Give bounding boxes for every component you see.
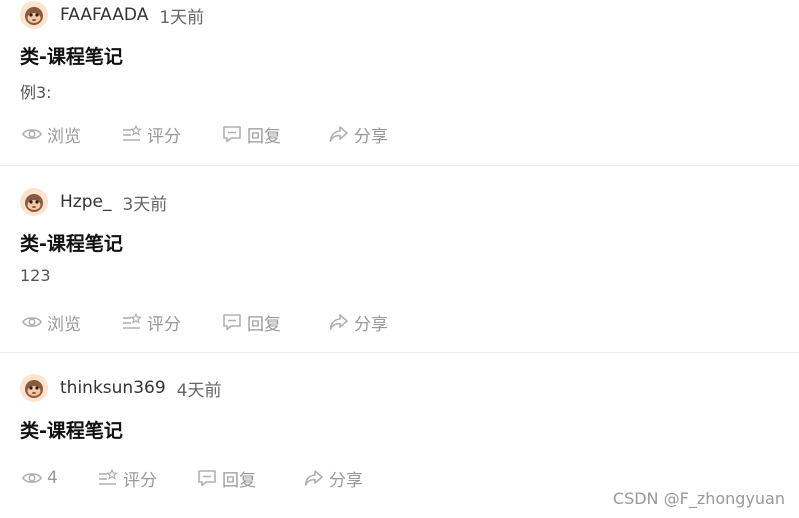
avatar[interactable] <box>20 188 48 216</box>
share-button[interactable]: 分享 <box>304 466 363 491</box>
post-time: 3天前 <box>122 194 168 215</box>
share-icon <box>329 314 348 330</box>
post-author: Hzpe_ 3天前 <box>20 187 167 217</box>
reply-label: 回复 <box>247 126 281 147</box>
username[interactable]: FAAFAADA <box>60 5 148 25</box>
post-author: thinksun369 4天前 <box>20 373 221 403</box>
view-label: 浏览 <box>47 314 81 335</box>
view-count: 4 <box>47 468 58 488</box>
post-actions: 4 评分 回复 分享 <box>22 466 363 491</box>
username[interactable]: thinksun369 <box>60 378 166 398</box>
reply-label: 回复 <box>247 314 281 335</box>
post-author: FAAFAADA 1天前 <box>20 0 204 30</box>
eye-icon <box>22 129 42 139</box>
post-actions: 浏览 评分 回复 分享 <box>22 122 388 147</box>
rate-label: 评分 <box>123 470 157 491</box>
rate-label: 评分 <box>147 126 181 147</box>
share-icon <box>329 126 348 142</box>
monkey-avatar-icon <box>20 374 48 402</box>
rate-icon <box>99 469 118 485</box>
rate-icon <box>123 125 142 141</box>
avatar[interactable] <box>20 1 48 29</box>
view-button[interactable]: 浏览 <box>22 122 122 147</box>
view-button[interactable]: 浏览 <box>22 310 122 335</box>
view-label: 浏览 <box>47 126 81 147</box>
rate-icon <box>123 313 142 329</box>
rate-button[interactable]: 评分 <box>122 310 222 335</box>
watermark: CSDN @F_zhongyuan <box>612 489 785 508</box>
avatar[interactable] <box>20 374 48 402</box>
monkey-avatar-icon <box>20 1 48 29</box>
eye-icon <box>22 473 42 483</box>
share-label: 分享 <box>354 126 388 147</box>
eye-icon <box>22 317 42 327</box>
rate-label: 评分 <box>147 314 181 335</box>
comment-icon <box>223 314 241 331</box>
monkey-avatar-icon <box>20 188 48 216</box>
post-excerpt: 123 <box>20 266 51 285</box>
post-title[interactable]: 类-课程笔记 <box>20 416 123 443</box>
post-title[interactable]: 类-课程笔记 <box>20 229 123 256</box>
rate-button[interactable]: 评分 <box>122 122 222 147</box>
post-feed: FAAFAADA 1天前 类-课程笔记 例3: 浏览 评分 回复 分享 Hzpe… <box>0 0 799 518</box>
reply-label: 回复 <box>222 470 256 491</box>
reply-button[interactable]: 回复 <box>222 122 329 147</box>
share-button[interactable]: 分享 <box>329 122 388 147</box>
reply-button[interactable]: 回复 <box>222 310 329 335</box>
share-button[interactable]: 分享 <box>329 310 388 335</box>
view-button[interactable]: 4 <box>22 468 98 488</box>
username[interactable]: Hzpe_ <box>60 192 111 212</box>
comment-icon <box>198 470 216 487</box>
post-time: 1天前 <box>159 7 205 28</box>
share-icon <box>304 470 323 486</box>
share-label: 分享 <box>354 314 388 335</box>
post-excerpt: 例3: <box>20 83 52 102</box>
share-label: 分享 <box>329 470 363 491</box>
comment-icon <box>223 126 241 143</box>
post-time: 4天前 <box>176 380 222 401</box>
post-card[interactable]: Hzpe_ 3天前 类-课程笔记 123 浏览 评分 回复 分享 <box>0 167 799 353</box>
post-actions: 浏览 评分 回复 分享 <box>22 310 388 335</box>
post-card[interactable]: FAAFAADA 1天前 类-课程笔记 例3: 浏览 评分 回复 分享 <box>0 0 799 166</box>
rate-button[interactable]: 评分 <box>98 466 197 491</box>
post-title[interactable]: 类-课程笔记 <box>20 42 123 69</box>
reply-button[interactable]: 回复 <box>197 466 304 491</box>
